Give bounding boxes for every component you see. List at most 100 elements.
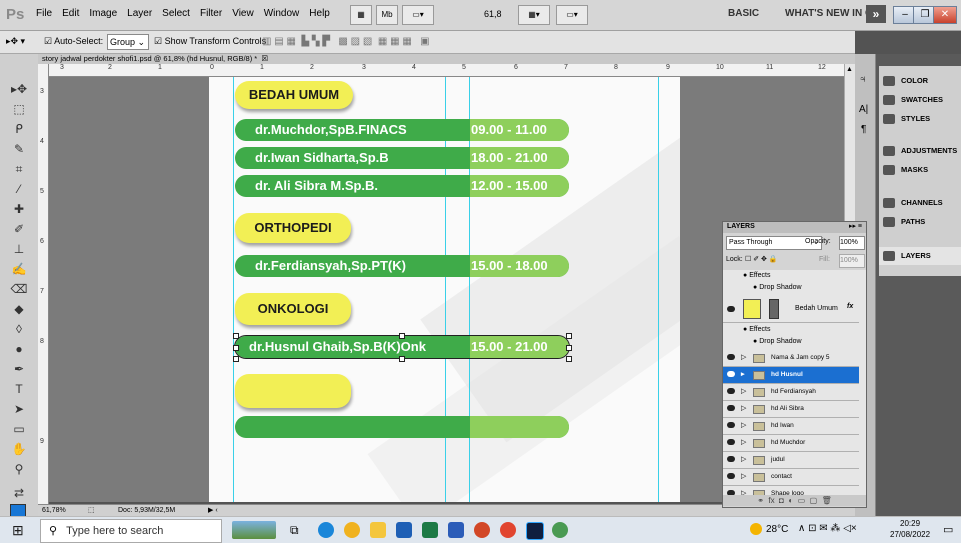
layer-group-row[interactable]: ▷ Nama & Jam copy 5 (723, 350, 859, 367)
crop-tool-icon[interactable]: ⌗ (6, 160, 32, 178)
weather-icon[interactable] (750, 523, 762, 535)
dodge-tool-icon[interactable]: ● (6, 340, 32, 358)
visibility-eye-icon[interactable] (727, 388, 735, 394)
visibility-eye-icon[interactable] (727, 354, 735, 360)
fill-input[interactable]: 100% (839, 254, 865, 268)
visibility-eye-icon[interactable] (727, 439, 735, 445)
pen-tool-icon[interactable]: ✒ (6, 360, 32, 378)
blur-tool-icon[interactable]: ◊ (6, 320, 32, 338)
opacity-input[interactable]: 100% (839, 236, 865, 250)
expand-triangle-icon[interactable]: ▷ (741, 452, 746, 468)
file-explorer-icon[interactable] (370, 522, 386, 538)
visibility-eye-icon[interactable] (727, 473, 735, 479)
expand-triangle-icon[interactable]: ▷ (741, 435, 746, 451)
doctor-row-selected[interactable]: dr.Husnul Ghaib,Sp.B(K)Onk 15.00 - 21.00 (234, 335, 570, 359)
arrange-button[interactable]: ▦▾ (518, 5, 550, 25)
notifications-icon[interactable]: ▭ (943, 523, 953, 536)
panel-masks[interactable]: MASKS (879, 161, 961, 179)
transform-handle[interactable] (566, 333, 572, 339)
layer-bedah-umum[interactable]: Bedah Umum fx (723, 296, 859, 323)
character-icon[interactable]: A| (859, 104, 868, 115)
chrome-profile-icon[interactable] (552, 522, 568, 538)
align-buttons[interactable]: ▥ ▤ ▦ ▙ ▚ ▛ ▩ ▨ ▧ ▦ ▦ ▦ ▣ (262, 36, 430, 47)
paragraph-icon[interactable]: ¶ (861, 124, 866, 135)
guide-line[interactable] (233, 77, 234, 502)
fx-icon[interactable]: fx (847, 303, 853, 310)
visibility-eye-icon[interactable] (727, 422, 735, 428)
guide-line[interactable] (658, 77, 659, 502)
menu-select[interactable]: Select (162, 8, 190, 19)
taskbar-date[interactable]: 27/08/2022 (890, 530, 930, 539)
healing-tool-icon[interactable]: ✚ (6, 200, 32, 218)
type-tool-icon[interactable]: T (6, 380, 32, 398)
transform-handle[interactable] (399, 356, 405, 362)
expand-triangle-icon[interactable]: ▷ (741, 401, 746, 417)
menu-image[interactable]: Image (89, 8, 117, 19)
visibility-eye-icon[interactable] (727, 405, 735, 411)
menu-help[interactable]: Help (309, 8, 330, 19)
doctor-row[interactable]: dr. Ali Sibra M.Sp.B. 12.00 - 15.00 (235, 175, 569, 197)
swap-colors-icon[interactable]: ⇄ (6, 484, 32, 502)
doctor-row[interactable]: dr.Muchdor,SpB.FINACS 09.00 - 11.00 (235, 119, 569, 141)
layer-group-row[interactable]: ▷ judul (723, 452, 859, 469)
path-select-tool-icon[interactable]: ➤ (6, 400, 32, 418)
effects-row[interactable]: ● Effects (743, 326, 770, 333)
doctor-row[interactable]: dr.Iwan Sidharta,Sp.B 18.00 - 21.00 (235, 147, 569, 169)
menu-layer[interactable]: Layer (127, 8, 152, 19)
expand-triangle-icon[interactable]: ▷ (741, 350, 746, 366)
task-view-icon[interactable]: ⧉ (290, 523, 299, 538)
menu-file[interactable]: File (36, 8, 52, 19)
eraser-tool-icon[interactable]: ⌫ (6, 280, 32, 298)
empty-doctor-row[interactable] (235, 416, 569, 438)
drop-shadow-row[interactable]: ● Drop Shadow (753, 338, 802, 345)
close-button[interactable]: ✕ (933, 6, 957, 24)
chrome-icon[interactable] (344, 522, 360, 538)
powerpoint-icon[interactable] (474, 522, 490, 538)
edge-icon[interactable] (318, 522, 334, 538)
close-document-icon[interactable]: ☒ (259, 54, 268, 63)
excel-icon[interactable] (422, 522, 438, 538)
zoom-tool-icon[interactable]: ⚲ (6, 460, 32, 478)
layer-group-row[interactable]: ▷ contact (723, 469, 859, 486)
layers-panel-header[interactable]: LAYERS ▸▸ ≡ (723, 222, 866, 233)
panel-swatches[interactable]: SWATCHES (879, 91, 961, 109)
layer-group-row-selected[interactable]: ▸ hd Husnul (723, 367, 859, 384)
navigator-icon[interactable]: ♃ (859, 74, 867, 85)
search-highlight-image[interactable] (232, 521, 276, 539)
move-tool-icon[interactable]: ▸✥ ▾ (6, 36, 25, 47)
visibility-eye-icon[interactable] (727, 371, 735, 377)
visibility-eye-icon[interactable] (727, 456, 735, 462)
panel-channels[interactable]: CHANNELS (879, 194, 961, 212)
menu-view[interactable]: View (232, 8, 254, 19)
windows-start-icon[interactable]: ⊞ (12, 522, 24, 539)
chrome-app-icon[interactable] (500, 522, 516, 538)
lasso-tool-icon[interactable]: ᑭ (6, 120, 32, 138)
expand-triangle-icon[interactable]: ▷ (741, 469, 746, 485)
gradient-tool-icon[interactable]: ◆ (6, 300, 32, 318)
transform-handle[interactable] (233, 345, 239, 351)
transform-handle[interactable] (566, 356, 572, 362)
transform-handle[interactable] (233, 333, 239, 339)
empty-section-title[interactable] (235, 374, 351, 408)
layers-footer-buttons[interactable]: ⚭ fx ◘ ◐ ▭ ▢ 🗑 (723, 495, 866, 506)
artboard[interactable]: BEDAH UMUM dr.Muchdor,SpB.FINACS 09.00 -… (209, 77, 680, 502)
transform-handle[interactable] (233, 356, 239, 362)
layer-group-row[interactable]: ▷ hd Ferdiansyah (723, 384, 859, 401)
quick-select-tool-icon[interactable]: ✎ (6, 140, 32, 158)
layer-group-row[interactable]: ▷ hd Iwan (723, 418, 859, 435)
zoom-level[interactable]: 61,8 (484, 9, 502, 19)
lock-icons[interactable]: ☐ ✐ ✥ 🔒 (745, 255, 778, 263)
transform-handle[interactable] (566, 345, 572, 351)
layer-group-row[interactable]: ▷ hd Muchdor (723, 435, 859, 452)
auto-select-dropdown[interactable]: Group ⌄ (107, 34, 149, 50)
brush-tool-icon[interactable]: ✐ (6, 220, 32, 238)
word-icon[interactable] (448, 522, 464, 538)
taskbar-time[interactable]: 20:29 (900, 519, 920, 528)
panel-adjustments[interactable]: ADJUSTMENTS (879, 142, 961, 160)
transform-handle[interactable] (399, 333, 405, 339)
expand-triangle-icon[interactable]: ▸ (741, 367, 745, 383)
scroll-up-icon[interactable]: ▲ (846, 66, 853, 73)
expand-triangle-icon[interactable]: ▷ (741, 418, 746, 434)
section-title-bedah-umum[interactable]: BEDAH UMUM (235, 81, 353, 109)
photoshop-taskbar-icon[interactable] (526, 522, 544, 540)
